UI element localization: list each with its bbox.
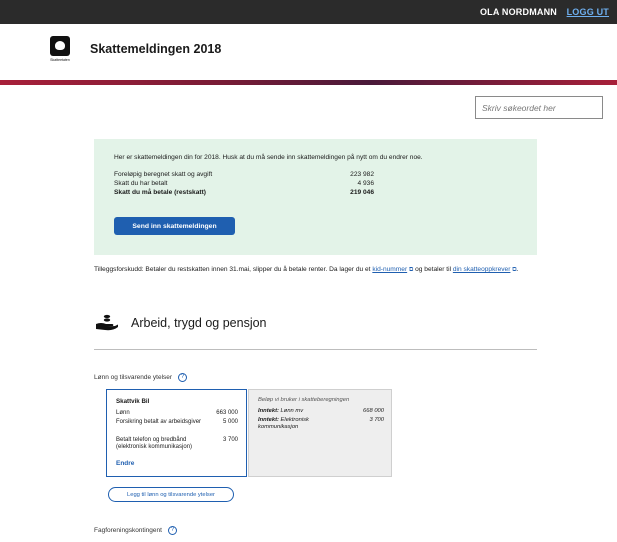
summary-row-value: 4 936 [357, 180, 374, 187]
income-heading: Lønn og tilsvarende ytelser? [94, 373, 188, 382]
app-title: Skattemeldingen 2018 [90, 42, 222, 56]
skatteetaten-logo[interactable]: Skatteetaten [47, 36, 73, 66]
card-line: Betalt telefon og bredbånd (elektronisk … [116, 437, 238, 451]
advance-payment-note: Tilleggsforskudd: Betaler du restskatten… [94, 265, 544, 276]
card-line-label: Lønn [116, 410, 130, 416]
header-stripe [0, 80, 617, 85]
card-line-value: 663 000 [216, 410, 238, 416]
tax-collector-link[interactable]: din skatteoppkrever [453, 266, 511, 273]
send-tax-return-button[interactable]: Send inn skattemeldingen [114, 217, 235, 235]
user-name: OLA NORDMANN [479, 7, 557, 17]
calc-line: Inntekt: Lønn mv 668 000 [258, 408, 384, 415]
calc-line-value: 668 000 [363, 408, 384, 414]
income-heading-label: Lønn og tilsvarende ytelser [94, 374, 173, 382]
logo-text: Skatteetaten [50, 58, 70, 62]
summary-row-label: Foreløpig beregnet skatt og avgift [114, 171, 213, 178]
summary-row-label: Skatt du må betale (restskatt) [114, 189, 206, 196]
summary-row-value: 223 982 [350, 171, 374, 178]
calc-line: Inntekt: Elektronisk kommunikasjon 3 700 [258, 417, 384, 431]
tax-calculation-panel: Beløp vi bruker i skatteberegningen Innt… [248, 389, 392, 477]
help-icon[interactable]: ? [178, 373, 188, 382]
hand-coins-icon [96, 314, 118, 331]
section-divider [94, 349, 537, 350]
logo-mark-icon [50, 36, 70, 56]
search-input[interactable] [475, 96, 603, 119]
add-income-button[interactable]: Legg til lønn og tilsvarende ytelser [108, 487, 234, 502]
card-line: Forsikring betalt av arbeidsgiver 5 000 [116, 419, 238, 426]
top-bar: OLA NORDMANN LOGG UT [0, 0, 617, 24]
employer-name: Skattvik Bil [116, 398, 150, 405]
calc-line-type: Inntekt: [258, 417, 279, 423]
union-fee-label: Fagforeningskontingent [94, 527, 162, 535]
help-icon[interactable]: ? [167, 526, 177, 535]
note-text: . [516, 266, 519, 273]
section-title: Arbeid, trygd og pensjon [131, 316, 267, 330]
edit-link[interactable]: Endre [116, 460, 134, 467]
calc-heading: Beløp vi bruker i skatteberegningen [258, 397, 350, 403]
employer-card[interactable]: Skattvik Bil Lønn 663 000 Forsikring bet… [106, 389, 247, 477]
card-line: Lønn 663 000 [116, 410, 238, 417]
card-line-value: 5 000 [222, 419, 238, 425]
calc-line-value: 3 700 [369, 417, 384, 423]
summary-row-label: Skatt du har betalt [114, 180, 168, 187]
summary-intro: Her er skattemeldingen din for 2018. Hus… [114, 154, 423, 161]
note-text: Tilleggsforskudd: Betaler du restskatten… [94, 266, 373, 273]
card-line-label: Betalt telefon og bredbånd (elektronisk … [116, 437, 193, 450]
kid-number-link[interactable]: kid-nummer [372, 266, 407, 273]
card-line-value: 3 700 [222, 437, 238, 443]
card-line-label: Forsikring betalt av arbeidsgiver [116, 419, 202, 425]
union-fee-heading: Fagforeningskontingent? [94, 526, 177, 535]
summary-row-value: 219 046 [350, 189, 374, 196]
logout-link[interactable]: LOGG UT [567, 7, 609, 17]
calc-line-type: Inntekt: [258, 408, 279, 414]
tax-summary-panel: Her er skattemeldingen din for 2018. Hus… [94, 139, 537, 255]
calc-line-label: Lønn mv [278, 408, 304, 414]
note-text: og betaler til [413, 266, 453, 273]
